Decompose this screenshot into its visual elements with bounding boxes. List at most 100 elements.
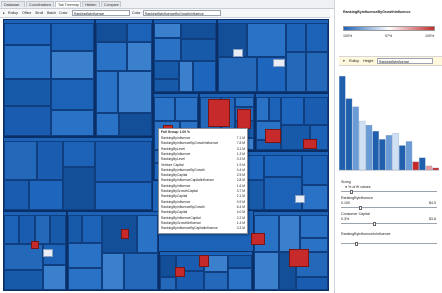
treemap-cell[interactable] [51,51,94,79]
treemap-cell[interactable] [119,113,152,136]
color-dropdown[interactable]: RankingByInfluenceByGrowthInfluence [143,10,221,16]
treemap-cell-light[interactable] [43,249,53,257]
treemap-cell[interactable] [218,57,257,92]
batch-button[interactable]: Batch [47,10,56,16]
treemap-cell[interactable] [4,270,43,290]
treemap-cell[interactable] [96,113,119,136]
treemap-cell-highlight[interactable] [303,139,317,149]
treemap-cell-highlight[interactable] [251,233,265,245]
treemap-cell[interactable] [29,180,63,210]
stroll-button[interactable]: Stroll [35,10,43,16]
tab-hidden[interactable]: Hidden [82,1,100,7]
treemap-cell[interactable] [181,23,216,39]
treemap-cell[interactable] [264,177,302,210]
treemap-cell-highlight[interactable] [237,109,251,129]
chart-menu-icon[interactable]: ▾ [343,59,345,63]
treemap-cell[interactable] [269,97,281,121]
treemap-cell[interactable] [228,255,252,268]
treemap-cell[interactable] [51,79,94,110]
filter-slider-handle[interactable] [350,189,354,194]
tab-database[interactable]: Database [1,1,25,7]
treemap-cell[interactable] [96,71,118,113]
treemap-cell[interactable] [306,23,328,52]
histogram-bar[interactable] [399,145,406,171]
treemap-cell[interactable] [63,141,95,167]
treemap-cell[interactable] [264,155,302,177]
treemap-cell-highlight[interactable] [265,129,281,143]
treemap-cell[interactable] [68,243,102,268]
histogram-bar[interactable] [379,139,386,171]
treemap-cell[interactable] [300,215,328,238]
tab-treemap[interactable]: Tab Treemap [55,1,81,7]
treemap-cell[interactable] [302,185,328,210]
treemap-cell-highlight[interactable] [121,229,129,239]
treemap-cell[interactable] [51,23,94,51]
treemap-cell[interactable] [96,23,127,42]
treemap-cell[interactable] [102,215,137,253]
histogram-bar[interactable] [359,120,366,171]
treemap-cell[interactable] [279,215,300,252]
histogram-bar[interactable] [372,131,379,171]
treemap-cell[interactable] [281,97,304,125]
filter-slider-handle[interactable] [373,221,377,226]
treemap-cell[interactable] [235,97,254,107]
treemap-cell[interactable] [154,61,179,79]
tab-compare[interactable]: Compare [101,1,121,7]
treemap-cell[interactable] [4,215,19,244]
histogram-bar[interactable] [365,124,373,171]
treemap-cell[interactable] [179,61,193,92]
treemap-cell[interactable] [127,23,152,42]
toolbar-icon[interactable]: ▸ [3,10,5,16]
histogram-bar[interactable] [405,141,413,171]
office-button[interactable]: Office [22,10,31,16]
treemap-cell[interactable] [137,215,158,253]
histogram-bar[interactable] [412,161,419,171]
rollup-button[interactable]: Rollup [8,10,18,16]
treemap-cell[interactable] [160,255,176,277]
treemap-cell[interactable] [4,141,37,180]
filter-option[interactable]: ● % of fit values [345,185,371,189]
treemap-cell[interactable] [181,39,216,61]
treemap-cell[interactable] [254,252,279,290]
treemap-cell[interactable] [160,277,176,290]
filter-slider-track[interactable] [341,191,437,192]
treemap-cell[interactable] [4,23,51,45]
histogram-bar[interactable] [339,76,346,171]
treemap-cell-highlight[interactable] [208,99,230,127]
color-legend-bar[interactable] [343,26,435,31]
treemap-cell[interactable] [4,180,29,210]
histogram-bar[interactable] [425,165,433,171]
treemap-cell[interactable] [68,215,82,243]
treemap-cell[interactable] [43,265,66,290]
treemap-cell[interactable] [228,268,252,290]
treemap-cell[interactable] [286,23,306,52]
treemap-cell[interactable] [193,61,216,92]
histogram-bar[interactable] [392,133,399,171]
treemap-cell[interactable] [68,268,102,290]
treemap-cell[interactable] [19,215,35,244]
tab-coordinations[interactable]: Coordinations [26,1,54,7]
treemap-cell[interactable] [256,97,269,121]
histogram-bar[interactable] [385,135,393,171]
filter-slider-track[interactable] [341,207,437,208]
treemap-cell[interactable] [127,42,152,71]
treemap-cell[interactable] [175,97,198,121]
treemap-cell[interactable] [95,141,152,182]
treemap-cell[interactable] [154,79,179,92]
treemap-cell-light[interactable] [295,195,305,203]
treemap-cell[interactable] [302,155,328,185]
treemap-cell-highlight[interactable] [289,249,309,267]
treemap-cell[interactable] [154,38,181,61]
treemap-cell[interactable] [286,52,306,92]
treemap-cell-highlight[interactable] [31,241,39,249]
treemap-cell-light[interactable] [233,49,243,57]
treemap-cell[interactable] [35,215,50,244]
treemap-cell[interactable] [102,253,124,290]
treemap-cell[interactable] [306,52,328,92]
treemap-cell[interactable] [37,141,63,180]
treemap-cell[interactable] [51,110,94,136]
treemap-cell[interactable] [247,23,286,57]
histogram-bar[interactable] [345,98,353,171]
histogram-bar[interactable] [432,167,439,171]
histogram-bar[interactable] [352,106,359,171]
